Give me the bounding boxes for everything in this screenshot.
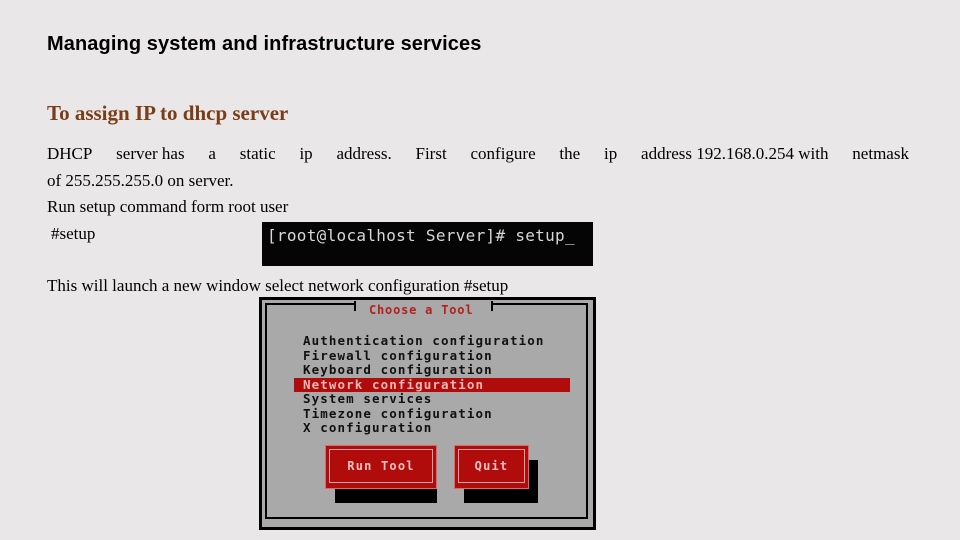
- word: First: [415, 144, 447, 163]
- slide-title: Managing system and infrastructure servi…: [47, 33, 482, 55]
- word: server has: [116, 144, 185, 163]
- menu-item-authentication[interactable]: Authentication configuration: [294, 333, 570, 349]
- menu-item-network[interactable]: Network configuration: [294, 377, 570, 392]
- tool-menu: Authentication configuration Firewall co…: [294, 333, 570, 436]
- menu-item-x-configuration[interactable]: X configuration: [294, 420, 570, 436]
- paragraph-line-2: of 255.255.255.0 on server.: [47, 171, 234, 190]
- menu-item-firewall[interactable]: Firewall configuration: [294, 348, 570, 364]
- word: address 192.168.0.254 with: [641, 144, 829, 163]
- word: the: [559, 144, 581, 163]
- paragraph-line-3: Run setup command form root user: [47, 197, 289, 216]
- word: netmask: [852, 144, 909, 163]
- dialog-title: Choose a Tool: [369, 303, 474, 317]
- menu-item-system-services[interactable]: System services: [294, 391, 570, 407]
- run-tool-button[interactable]: Run Tool: [326, 446, 436, 488]
- word: a: [208, 144, 216, 163]
- word: ip: [299, 144, 313, 163]
- menu-item-timezone[interactable]: Timezone configuration: [294, 406, 570, 422]
- paragraph-line-1: DHCP server has a static ip address. Fir…: [47, 144, 909, 164]
- dialog-frame: Choose a Tool Authentication configurati…: [265, 301, 588, 519]
- word: ip: [604, 144, 618, 163]
- setup-command-text: #setup: [51, 224, 96, 243]
- run-tool-label: Run Tool: [329, 449, 433, 483]
- setup-dialog: Choose a Tool Authentication configurati…: [259, 297, 596, 530]
- terminal-screenshot: [root@localhost Server]# setup_: [262, 222, 593, 266]
- menu-item-keyboard[interactable]: Keyboard configuration: [294, 362, 570, 378]
- word: DHCP: [47, 144, 93, 163]
- paragraph-line-5: This will launch a new window select net…: [47, 276, 509, 295]
- quit-button[interactable]: Quit: [455, 446, 528, 488]
- terminal-prompt: [root@localhost Server]# setup_: [267, 226, 575, 245]
- slide-subtitle: To assign IP to dhcp server: [47, 101, 289, 125]
- word: static: [239, 144, 276, 163]
- word: address.: [336, 144, 392, 163]
- quit-label: Quit: [458, 449, 525, 483]
- word: configure: [470, 144, 536, 163]
- dialog-background: Choose a Tool Authentication configurati…: [262, 300, 593, 527]
